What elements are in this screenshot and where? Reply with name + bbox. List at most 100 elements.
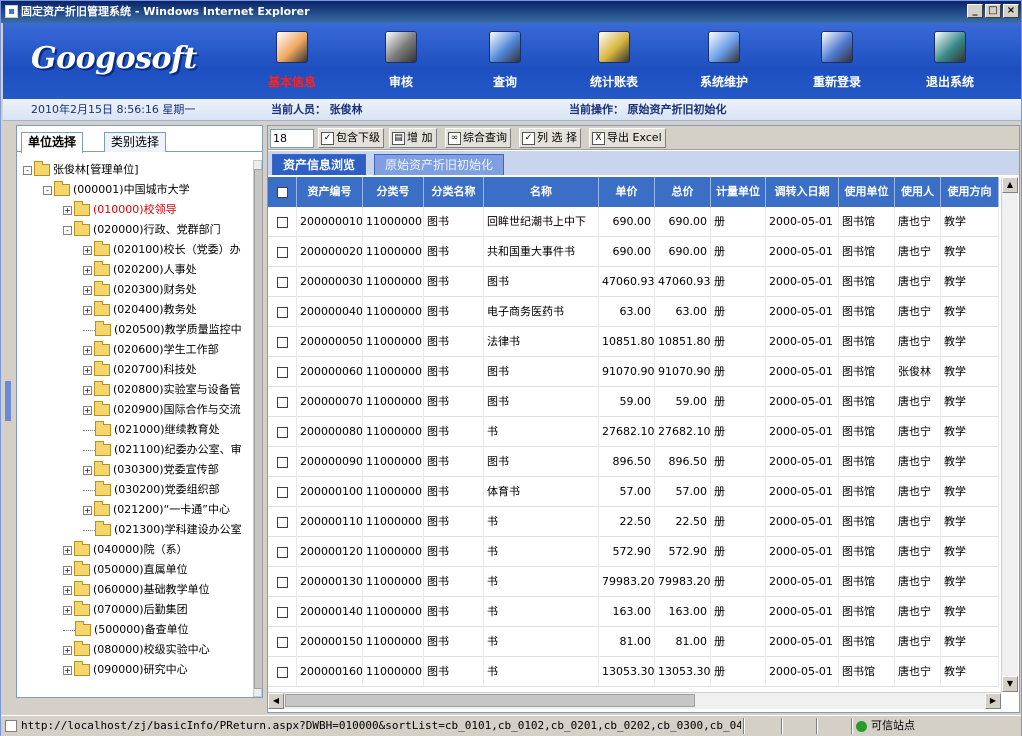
column-header[interactable]: 分类号 <box>363 177 424 207</box>
tab-depreciation-init[interactable]: 原始资产折旧初始化 <box>374 154 505 175</box>
row-checkbox[interactable] <box>268 207 297 237</box>
table-row[interactable]: 200000120S 11000000 图书书 572.90 572.90 册 2000-0… <box>268 537 999 567</box>
tree-node[interactable]: + (060000)基础教学单位 <box>63 580 210 600</box>
tree-node[interactable]: + (020900)国际合作与交流 <box>83 400 241 420</box>
expand-icon[interactable]: + <box>63 665 72 675</box>
column-header[interactable]: 使用人 <box>895 177 941 207</box>
row-checkbox[interactable] <box>268 597 297 627</box>
row-checkbox[interactable] <box>268 327 297 357</box>
include-sub-checkbox[interactable]: ✓ 包含下级 <box>318 128 384 148</box>
column-header[interactable]: 名称 <box>484 177 599 207</box>
column-header[interactable]: 总价 <box>655 177 711 207</box>
grid-horizontal-scrollbar[interactable]: ◀ ▶ <box>268 692 1001 709</box>
tree-node[interactable]: + (020700)科技处 <box>83 360 197 380</box>
expand-icon[interactable]: + <box>63 205 72 215</box>
nav-person-at-desk[interactable]: 基本信息 <box>247 31 337 95</box>
tree-node[interactable]: - (000001)中国城市大学 <box>43 180 190 200</box>
row-checkbox[interactable] <box>268 237 297 267</box>
table-row[interactable]: 200000110S 11000000 图书书 22.50 22.50 册 2000-05-… <box>268 507 999 537</box>
table-row[interactable]: 200000020S 11000000 图书 共和国重大事件书 690.00 690.00… <box>268 237 999 267</box>
maximize-button[interactable]: □ <box>985 4 1001 18</box>
nav-exit-door[interactable]: 退出系统 <box>905 31 995 95</box>
tree-node[interactable]: + (020400)教务处 <box>83 300 197 320</box>
grid-hscroll-thumb[interactable] <box>285 694 695 707</box>
table-row[interactable]: 200000140S 11000000 图书书 163.00 163.00 册 2000-0… <box>268 597 999 627</box>
row-checkbox[interactable] <box>268 657 297 687</box>
tree-node[interactable]: (021300)学科建设办公室 <box>83 520 242 540</box>
nav-cd-tools[interactable]: 系统维护 <box>679 31 769 95</box>
nav-computer-login[interactable]: 重新登录 <box>792 31 882 95</box>
expand-icon[interactable]: + <box>83 365 92 375</box>
expand-icon[interactable]: + <box>83 465 92 475</box>
table-row[interactable]: 200000030S 11000000 图书 图书 47060.93 47060.93 册 2… <box>268 267 999 297</box>
expand-icon[interactable]: + <box>83 385 92 395</box>
pane-collapse-handle[interactable] <box>5 381 11 421</box>
expand-icon[interactable]: + <box>63 585 72 595</box>
table-row[interactable]: 200000050S 11000000 图书 法律书 10851.80 10851.80 册… <box>268 327 999 357</box>
page-size-input[interactable]: 18 <box>270 129 314 148</box>
row-checkbox[interactable] <box>268 507 297 537</box>
tree-node[interactable]: (021000)继续教育处 <box>83 420 220 440</box>
combined-query-button[interactable]: ∞ 综合查询 <box>445 128 511 148</box>
expand-icon[interactable]: + <box>63 645 72 655</box>
row-checkbox[interactable] <box>268 627 297 657</box>
column-header[interactable]: 使用方向 <box>941 177 999 207</box>
row-checkbox[interactable] <box>268 417 297 447</box>
add-button[interactable]: ▤ 增 加 <box>389 128 437 148</box>
table-row[interactable]: 200000150S 11000000 图书书 81.00 81.00 册 2000-05-… <box>268 627 999 657</box>
column-header[interactable]: 分类名称 <box>424 177 484 207</box>
expand-icon[interactable]: + <box>63 545 72 555</box>
expand-icon[interactable]: + <box>83 405 92 415</box>
tree-node[interactable]: + (020100)校长（党委）办 <box>83 240 241 260</box>
row-checkbox[interactable] <box>268 567 297 597</box>
expand-icon[interactable]: + <box>83 285 92 295</box>
expand-icon[interactable]: + <box>83 345 92 355</box>
table-row[interactable]: 200000010S 11000000 图书 回眸世纪潮书上中下 690.00 690.0… <box>268 207 999 237</box>
tree-node[interactable]: + (040000)院（系） <box>63 540 188 560</box>
expand-icon[interactable]: + <box>63 605 72 615</box>
tree-node[interactable]: + (020600)学生工作部 <box>83 340 219 360</box>
nav-report-chart[interactable]: 统计账表 <box>569 31 659 95</box>
expand-icon[interactable]: + <box>83 245 92 255</box>
tree-node[interactable]: - (020000)行政、党群部门 <box>63 220 221 240</box>
tree-node[interactable]: + (070000)后勤集团 <box>63 600 188 620</box>
row-checkbox[interactable] <box>268 537 297 567</box>
row-checkbox[interactable] <box>268 477 297 507</box>
table-row[interactable]: 200000160S 11000000 图书书 13053.30 13053.30 册 20… <box>268 657 999 687</box>
scroll-right-icon[interactable]: ▶ <box>985 693 1001 709</box>
expand-icon[interactable]: + <box>83 265 92 275</box>
tree-scrollbar[interactable] <box>253 160 263 697</box>
collapse-icon[interactable]: - <box>63 225 72 235</box>
tree-node[interactable]: - 张俊林[管理单位] <box>23 160 139 180</box>
expand-icon[interactable]: + <box>63 565 72 575</box>
tree-node[interactable]: + (080000)校级实验中心 <box>63 640 210 660</box>
tree-scroll-thumb[interactable] <box>254 169 263 689</box>
grid-vertical-scrollbar[interactable]: ▲ ▼ <box>1001 177 1018 692</box>
scroll-left-icon[interactable]: ◀ <box>268 693 284 709</box>
tree-node[interactable]: (021100)纪委办公室、审 <box>83 440 242 460</box>
expand-icon[interactable]: + <box>83 305 92 315</box>
table-row[interactable]: 200000060S 11000000 图书 图书 91070.90 91070.90 册 2… <box>268 357 999 387</box>
table-row[interactable]: 200000130S 11000000 图书书 79983.20 79983.20 册 20… <box>268 567 999 597</box>
row-checkbox[interactable] <box>268 267 297 297</box>
export-excel-button[interactable]: X 导出 Excel <box>589 128 666 148</box>
tree-node[interactable]: (020500)教学质量监控中 <box>83 320 242 340</box>
table-row[interactable]: 200000070S 11000000 图书 图书 59.00 59.00 册 2000-05… <box>268 387 999 417</box>
tree-node[interactable]: + (020300)财务处 <box>83 280 197 300</box>
row-checkbox[interactable] <box>268 357 297 387</box>
table-row[interactable]: 200000090S 11000000 图书 图书 896.50 896.50 册 2000-… <box>268 447 999 477</box>
tab-asset-browse[interactable]: 资产信息浏览 <box>272 154 367 175</box>
tree-node[interactable]: + (090000)研究中心 <box>63 660 188 680</box>
select-all-checkbox[interactable] <box>268 177 297 207</box>
tree-node[interactable]: + (010000)校领导 <box>63 200 177 220</box>
column-header[interactable]: 计量单位 <box>711 177 766 207</box>
expand-icon[interactable]: + <box>83 505 92 515</box>
collapse-icon[interactable]: - <box>43 185 52 195</box>
scroll-up-icon[interactable]: ▲ <box>1002 177 1018 193</box>
nav-computer-search[interactable]: 查询 <box>460 31 550 95</box>
tree-node[interactable]: + (050000)直属单位 <box>63 560 188 580</box>
table-row[interactable]: 200000100S 11000000 图书 体育书 57.00 57.00 册 2000-0… <box>268 477 999 507</box>
column-select-button[interactable]: ✓ 列 选 择 <box>519 128 581 148</box>
column-header[interactable]: 使用单位 <box>839 177 895 207</box>
column-header[interactable]: 资产编号 <box>297 177 363 207</box>
